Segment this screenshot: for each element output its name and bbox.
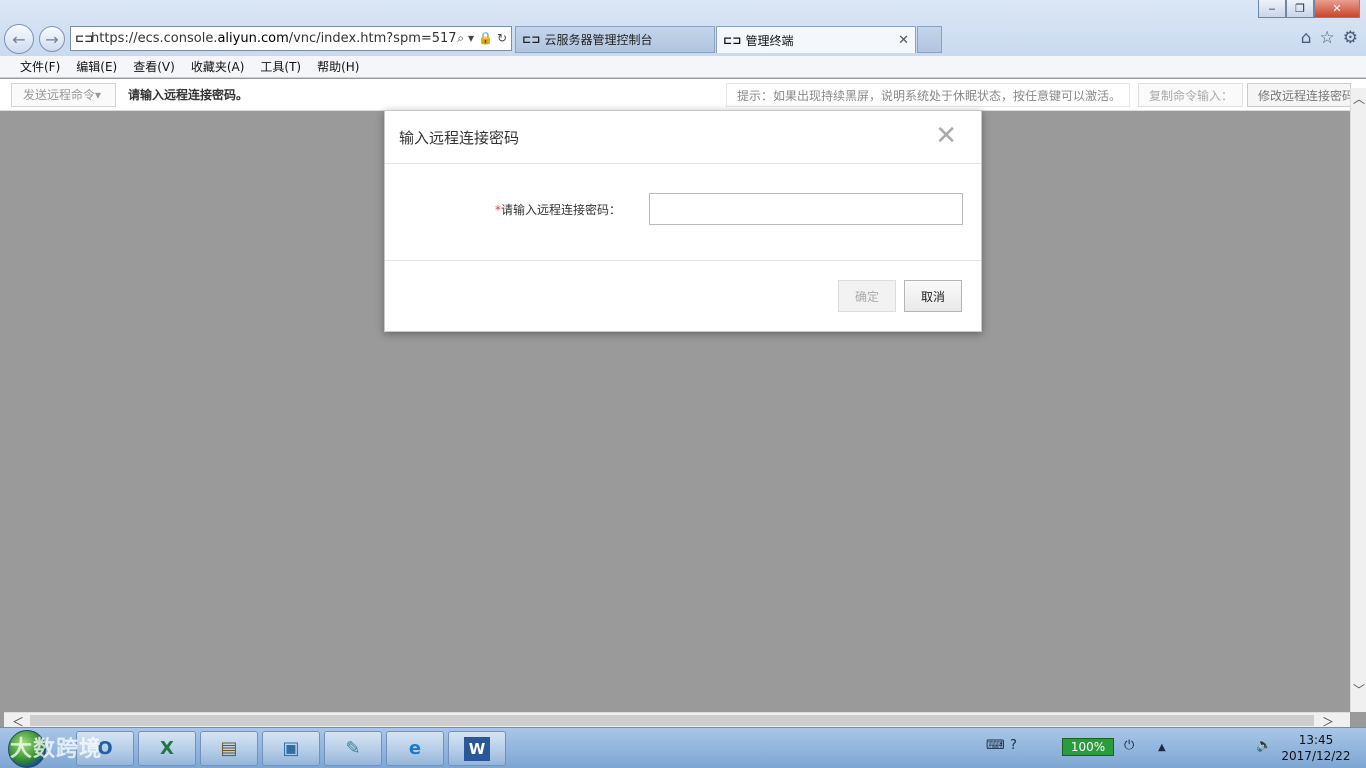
keyboard-icon[interactable]: ⌨ <box>986 738 1005 753</box>
arrow-right-icon: → <box>45 29 59 49</box>
arrow-left-icon: ← <box>12 29 26 49</box>
forward-button[interactable]: → <box>39 26 65 52</box>
search-icon[interactable]: ⌕ <box>457 31 464 46</box>
menu-tools[interactable]: 工具(T) <box>252 58 309 75</box>
word-icon: W <box>464 736 490 761</box>
connection-status-title: 请输入远程连接密码。 <box>128 88 249 102</box>
url-domain: aliyun.com <box>217 31 289 46</box>
taskbar-excel[interactable]: X <box>138 731 196 766</box>
minimize-button[interactable]: ‒ <box>1258 0 1286 18</box>
send-remote-command-button[interactable]: 发送远程命令▾ <box>11 82 116 107</box>
dialog-header: 输入远程连接密码 ✕ <box>385 111 981 164</box>
show-hidden-icons[interactable]: ▲ <box>1158 742 1166 753</box>
clock-date: 2017/12/22 <box>1281 749 1351 763</box>
hint-text: 提示：如果出现持续黑屏，说明系统处于休眠状态，按任意键可以激活。 <box>726 83 1130 107</box>
lock-icon[interactable]: 🔒 <box>478 31 493 46</box>
tab-management-terminal[interactable]: ⊏⊐ 管理终端 ✕ <box>716 26 916 53</box>
home-icon[interactable]: ⌂ <box>1301 28 1312 48</box>
scroll-thumb[interactable] <box>30 715 1314 726</box>
confirm-button[interactable]: 确定 <box>838 280 896 312</box>
site-icon: ⊏⊐ <box>75 32 94 45</box>
clock-time: 13:45 <box>1298 733 1334 747</box>
cancel-button[interactable]: 取消 <box>904 280 962 312</box>
close-icon[interactable]: ✕ <box>935 123 957 149</box>
power-icon[interactable]: ⏻ <box>1124 738 1134 753</box>
tab-ecs-console[interactable]: ⊏⊐ 云服务器管理控制台 <box>515 26 715 53</box>
taskbar: O X ▤ ▣ ✎ e W 大数跨境 ⌨ ? 100% ⏻ ▲ 🔈 13:45 … <box>0 727 1366 768</box>
new-tab-button[interactable] <box>917 26 942 53</box>
browser-toolbar-icons: ⌂ ☆ ⚙ <box>1301 28 1358 48</box>
menu-favorites[interactable]: 收藏夹(A) <box>183 58 253 75</box>
taskbar-file-explorer[interactable]: ▤ <box>200 731 258 766</box>
notes-icon: ✎ <box>345 738 361 759</box>
folder-icon: ▤ <box>220 738 238 759</box>
favorites-icon[interactable]: ☆ <box>1320 28 1335 48</box>
vertical-scrollbar[interactable]: ︿ ﹀ <box>1350 88 1366 712</box>
window-controls: ‒ ❐ ✕ <box>1258 0 1360 18</box>
system-clock[interactable]: 13:45 2017/12/22 <box>1270 732 1362 764</box>
password-dialog: 输入远程连接密码 ✕ *请输入远程连接密码： 确定 取消 <box>384 110 982 332</box>
dialog-body: *请输入远程连接密码： <box>385 164 981 261</box>
taskbar-photo-viewer[interactable]: ▣ <box>262 731 320 766</box>
password-label: *请输入远程连接密码： <box>495 203 622 217</box>
taskbar-word[interactable]: W <box>448 731 506 766</box>
url-text[interactable]: https://ecs.console.aliyun.com/vnc/index… <box>91 31 457 46</box>
copy-command-input-button[interactable]: 复制命令输入： <box>1138 83 1243 107</box>
tab-close-icon[interactable]: ✕ <box>898 33 909 48</box>
dropdown-icon[interactable]: ▾ <box>468 31 474 46</box>
menu-view[interactable]: 查看(V) <box>125 58 183 75</box>
browser-chrome: ‒ ❐ ✕ ← → ⊏⊐ https://ecs.console.aliyun.… <box>0 0 1366 56</box>
back-button[interactable]: ← <box>4 24 34 54</box>
ie-icon: e <box>408 738 422 759</box>
menu-file[interactable]: 文件(F) <box>12 58 68 75</box>
password-input[interactable] <box>649 193 963 225</box>
excel-icon: X <box>160 738 174 759</box>
maximize-button[interactable]: ❐ <box>1286 0 1314 18</box>
taskbar-internet-explorer[interactable]: e <box>386 731 444 766</box>
battery-indicator[interactable]: 100% <box>1062 738 1114 756</box>
taskbar-notes[interactable]: ✎ <box>324 731 382 766</box>
refresh-icon[interactable]: ↻ <box>497 31 507 46</box>
address-tools: ⌕ ▾ 🔒 ↻ <box>457 31 511 46</box>
change-remote-password-button[interactable]: 修改远程连接密码 <box>1247 83 1351 107</box>
settings-icon[interactable]: ⚙ <box>1343 28 1358 48</box>
address-bar[interactable]: ⊏⊐ https://ecs.console.aliyun.com/vnc/in… <box>70 26 512 51</box>
menu-help[interactable]: 帮助(H) <box>309 58 367 75</box>
horizontal-scrollbar[interactable]: ＜ ＞ <box>4 712 1350 729</box>
vnc-toolbar: 发送远程命令▾ 请输入远程连接密码。 提示：如果出现持续黑屏，说明系统处于休眠状… <box>0 79 1366 111</box>
tab-label: 云服务器管理控制台 <box>544 33 653 47</box>
menu-edit[interactable]: 编辑(E) <box>68 58 125 75</box>
close-window-button[interactable]: ✕ <box>1314 0 1360 18</box>
picture-icon: ▣ <box>282 738 300 759</box>
tab-label: 管理终端 <box>745 33 794 48</box>
watermark: 大数跨境 <box>10 737 103 762</box>
scroll-down-icon[interactable]: ﹀ <box>1353 681 1365 698</box>
tab-site-icon: ⊏⊐ <box>522 33 541 46</box>
menu-bar: 文件(F) 编辑(E) 查看(V) 收藏夹(A) 工具(T) 帮助(H) <box>0 56 1366 78</box>
dialog-title: 输入远程连接密码 <box>399 128 520 147</box>
tab-site-icon: ⊏⊐ <box>723 33 742 47</box>
scroll-up-icon[interactable]: ︿ <box>1353 90 1365 107</box>
help-icon[interactable]: ? <box>1010 738 1017 753</box>
